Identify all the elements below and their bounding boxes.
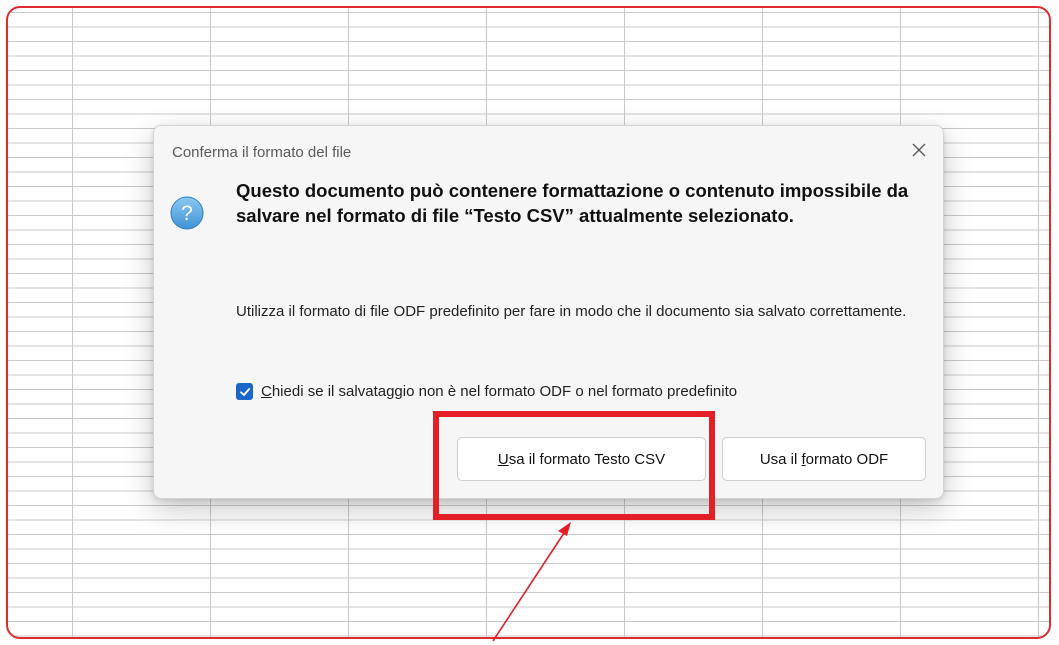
annotation-arrow bbox=[492, 522, 571, 642]
